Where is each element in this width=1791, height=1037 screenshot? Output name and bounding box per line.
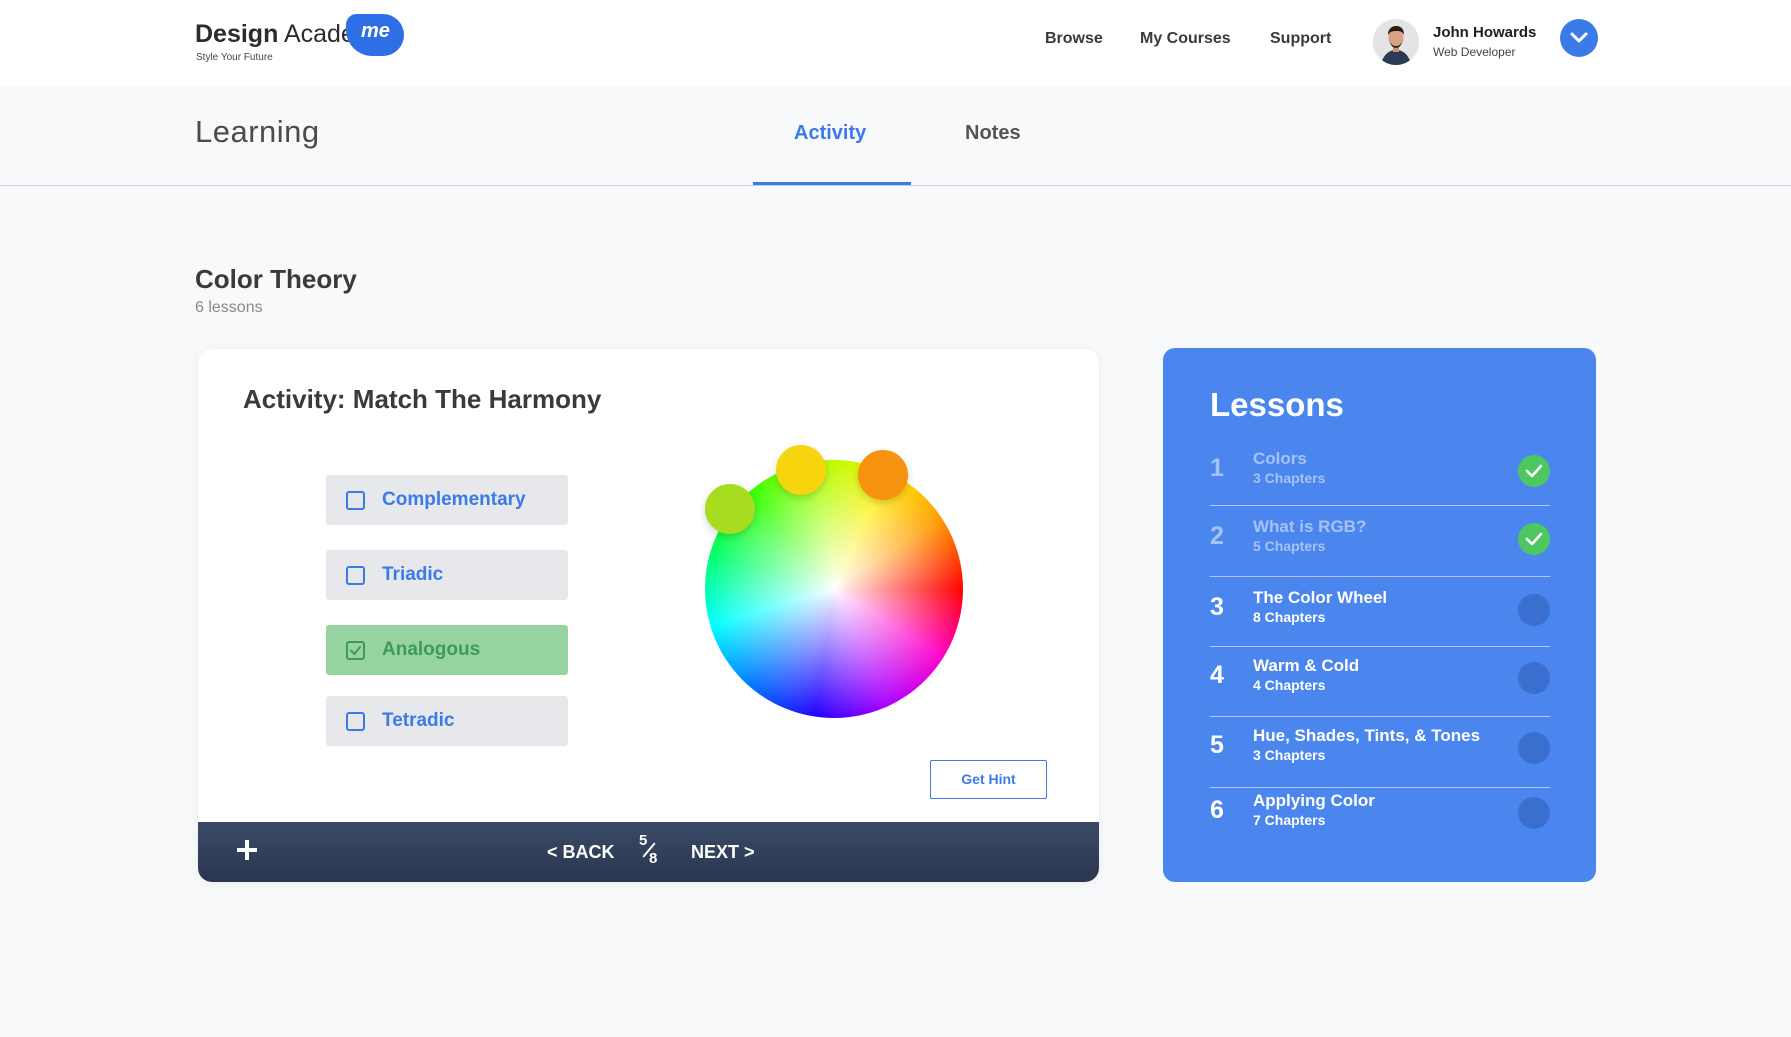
page-indicator: 5 8: [638, 832, 664, 872]
incomplete-status-dot: [1518, 594, 1550, 626]
wheel-handle-green[interactable]: [705, 484, 755, 534]
lesson-number: 1: [1210, 454, 1224, 482]
user-role: Web Developer: [1433, 45, 1516, 59]
lesson-chapters: 8 Chapters: [1253, 609, 1326, 625]
lesson-item-applying-color[interactable]: 6 Applying Color 7 Chapters: [1210, 783, 1550, 847]
brand-tagline: Style Your Future: [196, 52, 273, 63]
user-menu-button[interactable]: [1560, 19, 1598, 57]
incomplete-status-dot: [1518, 797, 1550, 829]
nav-support[interactable]: Support: [1270, 30, 1331, 48]
next-button[interactable]: NEXT >: [691, 842, 755, 863]
lesson-chapters: 7 Chapters: [1253, 812, 1326, 828]
completed-check-icon: [1518, 455, 1550, 487]
incomplete-status-dot: [1518, 732, 1550, 764]
brand-logo[interactable]: Design Acade me Style Your Future: [195, 14, 415, 74]
lesson-name: Hue, Shades, Tints, & Tones: [1253, 726, 1481, 745]
activity-card: Activity: Match The Harmony Complementar…: [198, 349, 1099, 882]
option-triadic[interactable]: Triadic: [326, 550, 568, 600]
lesson-number: 4: [1210, 661, 1224, 689]
lesson-item-color-wheel[interactable]: 3 The Color Wheel 8 Chapters: [1210, 580, 1550, 644]
activity-title: Activity: Match The Harmony: [243, 384, 602, 414]
lesson-divider: [1210, 505, 1550, 506]
checkbox-unchecked[interactable]: [346, 566, 365, 585]
option-label: Complementary: [382, 489, 526, 510]
option-analogous[interactable]: Analogous: [326, 625, 568, 675]
lesson-chapters: 3 Chapters: [1253, 470, 1326, 486]
option-label: Triadic: [382, 564, 444, 585]
lessons-title: Lessons: [1210, 386, 1344, 423]
lesson-divider: [1210, 716, 1550, 717]
nav-my-courses[interactable]: My Courses: [1140, 30, 1231, 48]
lesson-item-warm-cold[interactable]: 4 Warm & Cold 4 Chapters: [1210, 648, 1550, 712]
option-label: Tetradic: [382, 710, 455, 731]
lesson-divider: [1210, 646, 1550, 647]
option-label: Analogous: [382, 639, 481, 660]
lesson-item-colors[interactable]: 1 Colors 3 Chapters: [1210, 441, 1550, 505]
tab-notes[interactable]: Notes: [965, 122, 1021, 145]
get-hint-button[interactable]: Get Hint: [930, 760, 1047, 799]
completed-check-icon: [1518, 523, 1550, 555]
lesson-item-hue-shades[interactable]: 5 Hue, Shades, Tints, & Tones 3 Chapters: [1210, 718, 1550, 782]
active-tab-indicator: [753, 182, 911, 185]
lesson-divider: [1210, 576, 1550, 577]
incomplete-status-dot: [1518, 662, 1550, 694]
page-title: Learning: [195, 114, 320, 149]
lesson-chapters: 5 Chapters: [1253, 538, 1326, 554]
checkbox-checked[interactable]: [346, 641, 365, 660]
checkbox-unchecked[interactable]: [346, 712, 365, 731]
user-avatar[interactable]: [1373, 19, 1419, 65]
check-icon: [350, 646, 361, 655]
lesson-number: 6: [1210, 796, 1224, 824]
wheel-handle-orange[interactable]: [858, 450, 908, 500]
lesson-name: What is RGB?: [1253, 517, 1367, 536]
lesson-name: Colors: [1253, 449, 1307, 468]
option-tetradic[interactable]: Tetradic: [326, 696, 568, 746]
activity-footer: < BACK 5 8 NEXT >: [198, 822, 1099, 882]
current-page: 5: [639, 832, 648, 849]
lesson-name: The Color Wheel: [1253, 588, 1388, 607]
lessons-panel: Lessons 1 Colors 3 Chapters 2 What is RG…: [1163, 348, 1596, 882]
lesson-chapters: 3 Chapters: [1253, 747, 1326, 763]
lesson-number: 5: [1210, 731, 1224, 759]
sub-header: Learning Activity Notes: [0, 86, 1791, 186]
course-title: Color Theory: [195, 264, 357, 294]
brand-badge: me: [346, 14, 404, 56]
total-pages: 8: [649, 850, 658, 867]
nav-browse[interactable]: Browse: [1045, 30, 1103, 48]
lesson-number: 3: [1210, 593, 1224, 621]
course-lesson-count: 6 lessons: [195, 299, 263, 316]
wheel-handle-yellow[interactable]: [776, 445, 826, 495]
lesson-item-rgb[interactable]: 2 What is RGB? 5 Chapters: [1210, 509, 1550, 573]
lesson-name: Warm & Cold: [1253, 656, 1360, 675]
chevron-down-icon: [1570, 32, 1588, 43]
user-name: John Howards: [1433, 24, 1537, 41]
option-complementary[interactable]: Complementary: [326, 475, 568, 525]
back-button[interactable]: < BACK: [547, 842, 615, 863]
tab-activity[interactable]: Activity: [794, 122, 866, 145]
lesson-number: 2: [1210, 522, 1224, 550]
top-navbar: Design Acade me Style Your Future Browse…: [0, 0, 1791, 86]
lesson-chapters: 4 Chapters: [1253, 677, 1326, 693]
brand-name: Design Acade: [195, 20, 355, 48]
lesson-name: Applying Color: [1253, 791, 1375, 810]
checkbox-unchecked[interactable]: [346, 491, 365, 510]
plus-icon[interactable]: [235, 838, 259, 862]
